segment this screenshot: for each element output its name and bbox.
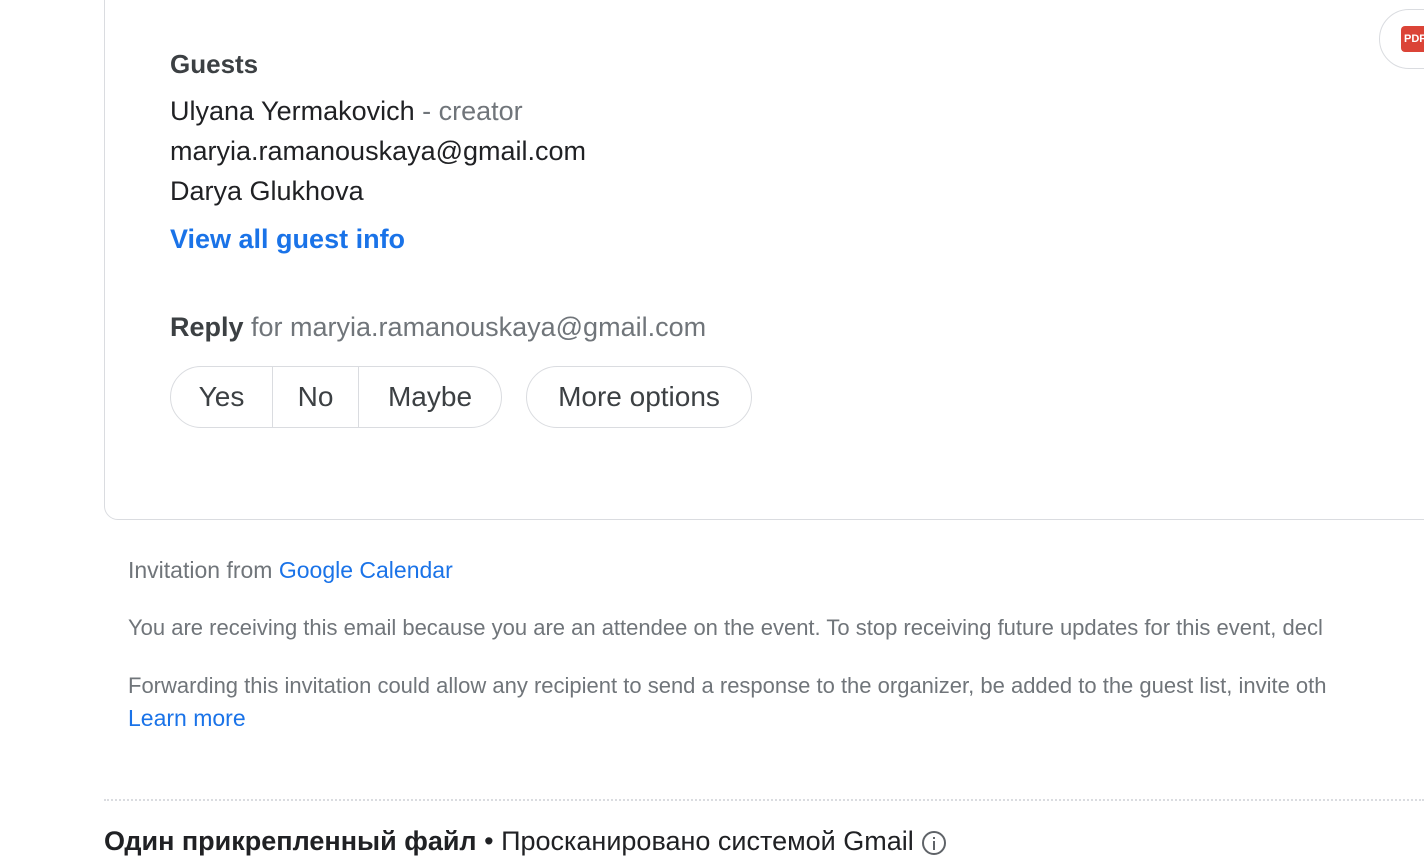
forwarding-notice: Forwarding this invitation could allow a… (128, 673, 1327, 698)
separator: • (476, 826, 502, 856)
info-icon[interactable] (921, 830, 946, 855)
rsvp-button-group: Yes No Maybe (170, 366, 502, 428)
rsvp-maybe-button[interactable]: Maybe (359, 367, 501, 427)
learn-more-link[interactable]: Learn more (128, 705, 246, 732)
left-margin (0, 0, 104, 846)
guest-role: - creator (414, 96, 523, 126)
dotted-divider (104, 799, 1424, 801)
attachments-title: Один прикрепленный файл (104, 826, 477, 856)
invitation-prefix: Invitation from (128, 557, 279, 583)
event-card (104, 0, 1424, 520)
attachments-header: Один прикрепленный файл • Просканировано… (104, 826, 946, 857)
scan-status: Просканировано системой Gmail (501, 826, 914, 856)
more-options-button[interactable]: More options (526, 366, 752, 428)
view-all-guest-info-link[interactable]: View all guest info (170, 224, 405, 255)
guest-item: Darya Glukhova (170, 176, 364, 207)
guests-heading: Guests (170, 49, 259, 79)
google-calendar-link[interactable]: Google Calendar (279, 557, 453, 583)
guest-name: Darya Glukhova (170, 176, 364, 206)
guest-item: maryia.ramanouskaya@gmail.com (170, 136, 586, 167)
reply-line: Reply for maryia.ramanouskaya@gmail.com (170, 312, 706, 343)
pdf-icon: PDF (1401, 26, 1424, 52)
reply-label: Reply (170, 312, 244, 342)
guest-name: Ulyana Yermakovich (170, 96, 415, 126)
guest-name: maryia.ramanouskaya@gmail.com (170, 136, 587, 166)
invitation-source: Invitation from Google Calendar (128, 557, 453, 584)
receiving-notice: You are receiving this email because you… (128, 615, 1323, 640)
rsvp-no-button[interactable]: No (273, 367, 359, 427)
rsvp-yes-button[interactable]: Yes (171, 367, 273, 427)
guest-item: Ulyana Yermakovich - creator (170, 96, 523, 127)
reply-for-text: for maryia.ramanouskaya@gmail.com (243, 312, 707, 342)
